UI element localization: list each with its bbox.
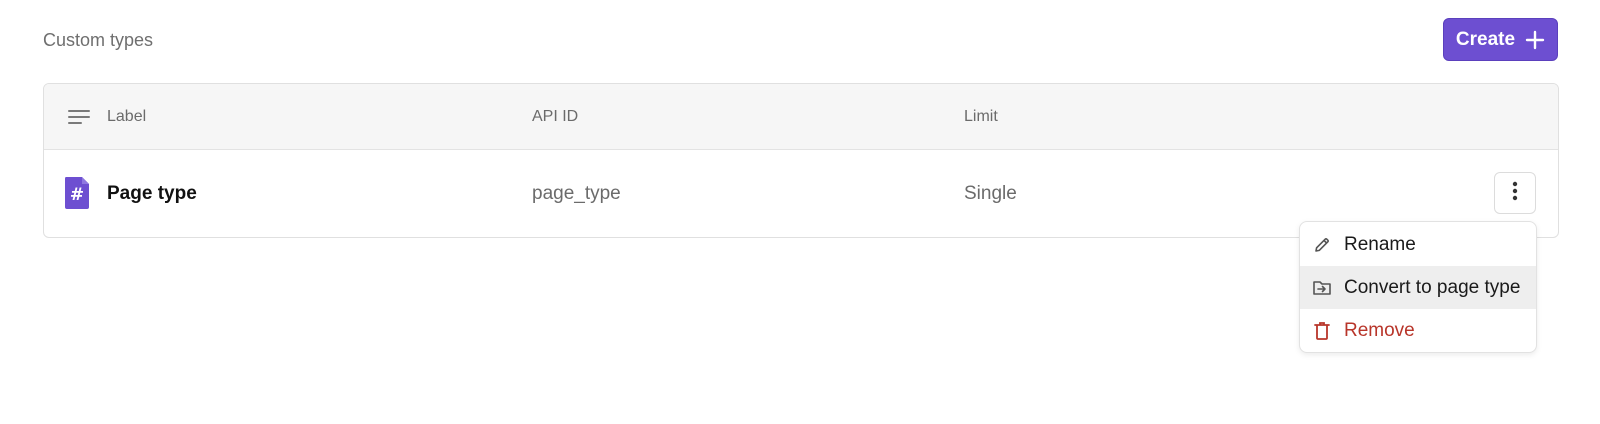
svg-text:#: # bbox=[70, 185, 84, 205]
custom-types-table: Label API ID Limit # Page type page_type… bbox=[43, 83, 1559, 238]
menu-item-label: Convert to page type bbox=[1344, 276, 1521, 298]
row-label[interactable]: Page type bbox=[107, 150, 197, 237]
menu-item-label: Rename bbox=[1344, 233, 1416, 255]
row-limit: Single bbox=[964, 183, 1017, 204]
create-button-label: Create bbox=[1455, 28, 1516, 50]
row-actions-button[interactable] bbox=[1494, 172, 1536, 214]
column-header-api-id[interactable]: API ID bbox=[532, 84, 578, 150]
menu-item-remove[interactable]: Remove bbox=[1300, 309, 1536, 352]
menu-item-rename[interactable]: Rename bbox=[1300, 223, 1536, 266]
row-api-id: page_type bbox=[532, 183, 621, 204]
menu-item-label: Remove bbox=[1344, 319, 1415, 341]
page-title: Custom types bbox=[43, 30, 154, 50]
pencil-icon bbox=[1312, 235, 1332, 255]
folder-move-icon bbox=[1312, 278, 1332, 298]
plus-icon bbox=[1525, 30, 1545, 50]
create-button[interactable]: Create bbox=[1443, 18, 1558, 61]
trash-icon bbox=[1312, 321, 1332, 341]
column-header-limit[interactable]: Limit bbox=[964, 84, 998, 150]
more-vertical-icon bbox=[1512, 181, 1518, 206]
table-header: Label API ID Limit bbox=[44, 84, 1558, 150]
row-actions-menu: Rename Convert to page type Remove bbox=[1299, 221, 1537, 353]
list-icon bbox=[68, 108, 90, 126]
menu-item-convert[interactable]: Convert to page type bbox=[1300, 266, 1536, 309]
hash-document-icon: # bbox=[64, 176, 90, 210]
column-header-label[interactable]: Label bbox=[107, 84, 146, 150]
